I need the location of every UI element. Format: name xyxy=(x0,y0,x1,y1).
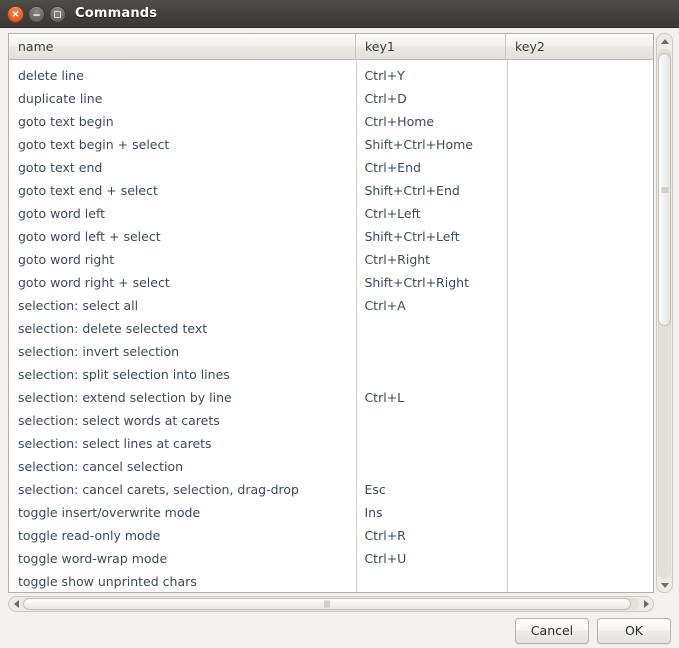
vertical-scrollbar-thumb[interactable] xyxy=(658,53,671,326)
dialog-button-bar: Cancel OK xyxy=(515,618,671,644)
horizontal-scrollbar-track[interactable] xyxy=(23,598,639,610)
cell-name: delete line xyxy=(18,68,84,83)
table-row[interactable]: toggle insert/overwrite mode Ins xyxy=(9,501,653,524)
cell-name: duplicate line xyxy=(18,91,103,106)
scroll-left-arrow-icon[interactable] xyxy=(9,597,23,611)
table-row[interactable]: selection: extend selection by line Ctrl+… xyxy=(9,386,653,409)
scroll-up-arrow-icon[interactable] xyxy=(657,34,672,48)
cell-name: toggle read-only mode xyxy=(18,528,161,543)
table-row[interactable]: goto text begin Ctrl+Home xyxy=(9,110,653,133)
table-row[interactable]: duplicate line Ctrl+D xyxy=(9,87,653,110)
maximize-glyph xyxy=(50,7,65,22)
cell-name: goto word right + select xyxy=(18,275,170,290)
cell-name: toggle show unprinted chars xyxy=(18,574,197,589)
table-row[interactable]: goto word left Ctrl+Left xyxy=(9,202,653,225)
maximize-icon[interactable] xyxy=(49,6,66,23)
table-row[interactable]: goto word left + select Shift+Ctrl+Left xyxy=(9,225,653,248)
vertical-scrollbar[interactable] xyxy=(656,33,673,593)
ok-button[interactable]: OK xyxy=(597,618,671,644)
cell-key1: Ctrl+Home xyxy=(364,114,435,129)
minimize-icon[interactable] xyxy=(28,6,45,23)
vertical-scrollbar-track[interactable] xyxy=(658,49,671,578)
cell-key1: Shift+Ctrl+End xyxy=(364,183,460,198)
minimize-glyph xyxy=(29,7,44,22)
column-header-row: name key1 key2 xyxy=(9,34,653,60)
column-header-name[interactable]: name xyxy=(9,34,356,59)
table-row[interactable]: selection: split selection into lines xyxy=(9,363,653,386)
scrollbar-grip-icon xyxy=(661,187,668,192)
table-row[interactable]: goto text end Ctrl+End xyxy=(9,156,653,179)
cell-key1: Ctrl+D xyxy=(364,91,407,106)
cell-name: selection: select words at carets xyxy=(18,413,220,428)
cell-key1: Ctrl+Right xyxy=(364,252,431,267)
scroll-down-arrow-icon[interactable] xyxy=(657,578,672,592)
cell-key1: Shift+Ctrl+Right xyxy=(364,275,469,290)
scroll-right-arrow-icon[interactable] xyxy=(639,597,653,611)
table-row[interactable]: selection: select words at carets xyxy=(9,409,653,432)
cell-name: goto word right xyxy=(18,252,115,267)
cell-key1: Shift+Ctrl+Home xyxy=(364,137,473,152)
column-header-key2[interactable]: key2 xyxy=(506,34,653,59)
cell-name: selection: extend selection by line xyxy=(18,390,232,405)
cell-key1: Shift+Ctrl+Left xyxy=(364,229,460,244)
cell-key1: Ctrl+A xyxy=(364,298,406,313)
table-row[interactable]: goto word right Ctrl+Right xyxy=(9,248,653,271)
cell-name: selection: cancel carets, selection, dra… xyxy=(18,482,299,497)
cell-name: goto word left + select xyxy=(18,229,161,244)
cancel-button[interactable]: Cancel xyxy=(515,618,589,644)
table-row[interactable]: selection: cancel selection xyxy=(9,455,653,478)
cell-key1: Ctrl+Y xyxy=(364,68,405,83)
table-row[interactable]: selection: invert selection xyxy=(9,340,653,363)
cell-name: toggle word-wrap mode xyxy=(18,551,168,566)
commands-dialog-window: × Commands name key1 key2 delete line Ctr… xyxy=(0,0,679,648)
cell-name: selection: split selection into lines xyxy=(18,367,230,382)
table-row[interactable]: selection: delete selected text xyxy=(9,317,653,340)
window-titlebar: × Commands xyxy=(0,0,679,28)
close-icon[interactable]: × xyxy=(7,6,24,23)
cell-name: goto text begin xyxy=(18,114,114,129)
cell-name: goto word left xyxy=(18,206,106,221)
table-row[interactable]: selection: select all Ctrl+A xyxy=(9,294,653,317)
cell-key1: Ctrl+U xyxy=(364,551,407,566)
table-row[interactable]: selection: cancel carets, selection, dra… xyxy=(9,478,653,501)
window-title: Commands xyxy=(75,6,158,21)
horizontal-scrollbar[interactable] xyxy=(8,596,654,612)
cell-name: selection: delete selected text xyxy=(18,321,208,336)
cell-name: selection: select lines at carets xyxy=(18,436,212,451)
table-row[interactable]: toggle read-only mode Ctrl+R xyxy=(9,524,653,547)
horizontal-scrollbar-thumb[interactable] xyxy=(23,598,631,610)
table-row[interactable]: toggle word-wrap mode Ctrl+U xyxy=(9,547,653,570)
scrollbar-grip-icon xyxy=(324,600,330,608)
table-row[interactable]: goto text end + select Shift+Ctrl+End xyxy=(9,179,653,202)
cell-name: goto text begin + select xyxy=(18,137,170,152)
cell-name: goto text end xyxy=(18,160,103,175)
list-rows: delete line Ctrl+Y duplicate line Ctrl+D got… xyxy=(9,64,653,592)
table-row[interactable]: goto text begin + select Shift+Ctrl+Home xyxy=(9,133,653,156)
cell-key1: Ins xyxy=(364,505,383,520)
close-glyph: × xyxy=(11,8,20,20)
table-row[interactable]: selection: select lines at carets xyxy=(9,432,653,455)
cell-key1: Ctrl+Left xyxy=(364,206,421,221)
cell-name: toggle insert/overwrite mode xyxy=(18,505,201,520)
cell-key1: Esc xyxy=(364,482,386,497)
cell-key1: Ctrl+End xyxy=(364,160,421,175)
cell-name: selection: select all xyxy=(18,298,139,313)
table-row[interactable]: toggle show unprinted chars xyxy=(9,570,653,592)
commands-list: name key1 key2 delete line Ctrl+Y duplicat… xyxy=(8,33,654,593)
cell-key1: Ctrl+L xyxy=(364,390,405,405)
table-row[interactable]: delete line Ctrl+Y xyxy=(9,64,653,87)
cell-key1: Ctrl+R xyxy=(364,528,406,543)
cell-name: selection: invert selection xyxy=(18,344,180,359)
table-row[interactable]: goto word right + select Shift+Ctrl+Right xyxy=(9,271,653,294)
cell-name: selection: cancel selection xyxy=(18,459,184,474)
cell-name: goto text end + select xyxy=(18,183,158,198)
list-rows-viewport: delete line Ctrl+Y duplicate line Ctrl+D got… xyxy=(9,60,653,592)
column-header-key1[interactable]: key1 xyxy=(356,34,506,59)
